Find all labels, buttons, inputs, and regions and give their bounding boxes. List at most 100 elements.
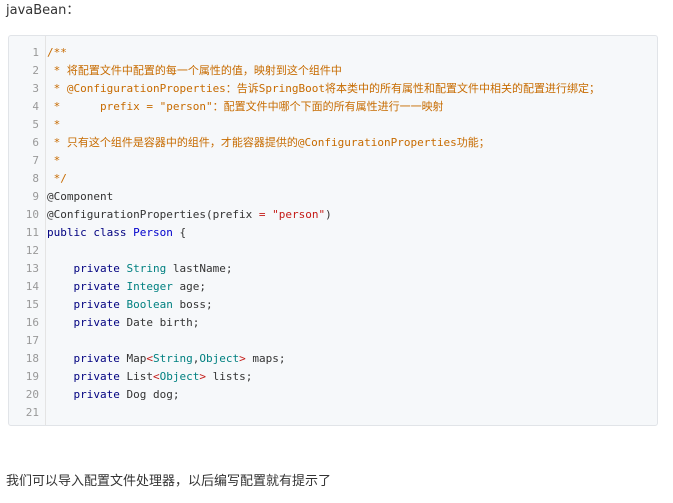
line-number: 1 [32,46,39,59]
line-content: private String lastName; [47,260,233,278]
line-number: 9 [32,190,39,203]
code-token: private [73,352,120,365]
line-number: 16 [25,316,39,329]
code-token: age; [172,280,206,293]
code-line: 5 * [9,116,657,134]
code-token: { [172,226,187,239]
line-content: public class Person { [47,224,186,242]
code-token: @ConfigurationProperties(prefix [47,208,259,221]
code-token: String [152,352,193,365]
code-line: 6 * 只有这个组件是容器中的组件，才能容器提供的@ConfigurationP… [9,134,657,152]
code-line: 4 * prefix = "person"：配置文件中哪个下面的所有属性进行一一… [9,98,657,116]
code-line: 9 @Component [9,188,657,206]
line-number: 11 [25,226,39,239]
intro-text: javaBean： [6,3,80,18]
line-number: 7 [32,154,39,167]
code-token: * @ConfigurationProperties：告诉SpringBoot将… [47,82,601,95]
code-line: 14 private Integer age; [9,278,657,296]
code-token: private [73,388,120,401]
line-number: 15 [25,298,39,311]
line-number: 13 [25,262,39,275]
line-content: @Component [47,188,113,206]
line-content: * 只有这个组件是容器中的组件，才能容器提供的@ConfigurationPro… [47,134,490,152]
line-number: 21 [25,406,39,419]
code-token: * [47,154,61,167]
line-number: 19 [25,370,39,383]
code-token: public [47,226,87,239]
code-token: Map [119,352,147,365]
code-token: lists; [205,370,253,383]
outro-text: 我们可以导入配置文件处理器，以后编写配置就有提示了 [6,474,332,489]
line-content: * [47,152,61,170]
line-content: * 将配置文件中配置的每一个属性的值，映射到这个组件中 [47,62,342,80]
code-line: 17 [9,332,657,350]
code-line: 7 * [9,152,657,170]
code-line: 16 private Date birth; [9,314,657,332]
line-number: 4 [32,100,39,113]
line-content: * @ConfigurationProperties：告诉SpringBoot将… [47,80,600,98]
line-number: 12 [25,244,39,257]
code-token: ) [325,208,332,221]
code-token: * 只有这个组件是容器中的组件，才能容器提供的@ConfigurationPro… [47,136,490,149]
code-token: * 将配置文件中配置的每一个属性的值，映射到这个组件中 [47,64,342,77]
line-number: 18 [25,352,39,365]
code-token: private [73,298,120,311]
code-token: * [47,118,61,131]
code-line: 15 private Boolean boss; [9,296,657,314]
line-number: 5 [32,118,39,131]
code-token: Dog dog; [119,388,180,401]
line-number: 17 [25,334,39,347]
code-token: lastName; [166,262,233,275]
code-line: 3 * @ConfigurationProperties：告诉SpringBoo… [9,80,657,98]
code-token: Boolean [126,298,173,311]
code-token: /** [47,46,67,59]
line-content: private Integer age; [47,278,206,296]
code-line: 20 private Dog dog; [9,386,657,404]
code-line: 21 [9,404,657,422]
code-token: > [199,370,206,383]
line-content: @ConfigurationProperties(prefix = "perso… [47,206,332,224]
code-line: 18 private Map<String,Object> maps; [9,350,657,368]
code-token: = [258,208,266,221]
code-line: 10 @ConfigurationProperties(prefix = "per… [9,206,657,224]
code-token: < [146,352,153,365]
code-token: * prefix = "person"：配置文件中哪个下面的所有属性进行一一映射 [47,100,444,113]
code-token: List [119,370,153,383]
line-content: /** [47,44,67,62]
code-token: Object [159,370,200,383]
line-content: private Boolean boss; [47,296,213,314]
code-line: 19 private List<Object> lists; [9,368,657,386]
code-block: 1/** 2 * 将配置文件中配置的每一个属性的值，映射到这个组件中 3 * @Co… [8,35,658,426]
line-content: private Map<String,Object> maps; [47,350,286,368]
code-token: < [152,370,160,383]
line-number: 2 [32,64,39,77]
line-number: 6 [32,136,39,149]
line-number: 10 [25,208,39,221]
line-content: private Date birth; [47,314,200,332]
code-line: 13 private String lastName; [9,260,657,278]
code-line: 1 /** [9,44,657,62]
code-line: 2 * 将配置文件中配置的每一个属性的值，映射到这个组件中 [9,62,657,80]
line-number: 8 [32,172,39,185]
line-number: 14 [25,280,39,293]
line-content: */ [47,170,67,188]
code-token: boss; [172,298,213,311]
line-number: 20 [25,388,39,401]
code-token: private [73,262,120,275]
line-content: private Dog dog; [47,386,180,404]
code-token: > [239,352,246,365]
code-token: @Component [47,190,114,203]
code-token: Date birth; [119,316,200,329]
code-line: 12 [9,242,657,260]
code-token: Person [133,226,173,239]
code-token: private [73,370,120,383]
code-token: class [93,226,127,239]
line-content: * [47,116,61,134]
code-token: Object [199,352,240,365]
